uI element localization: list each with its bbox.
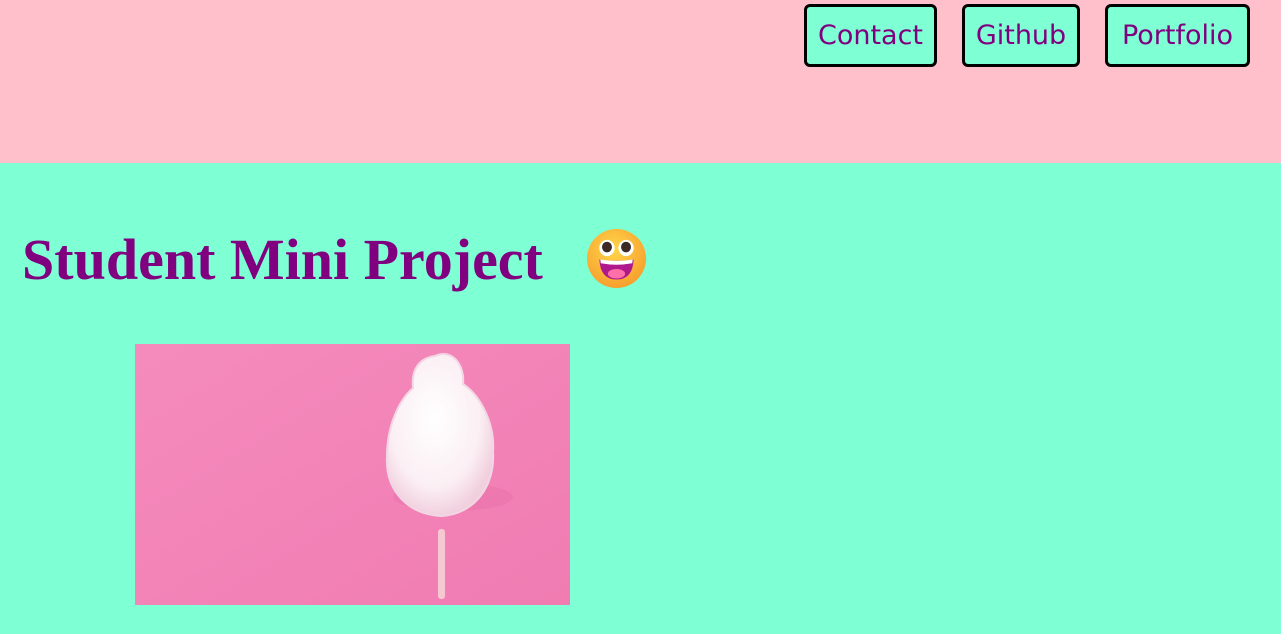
contact-button[interactable]: Contact [804,4,937,67]
grinning-face-with-big-eyes-icon [586,228,647,289]
header-bar: Contact Github Portfolio [0,0,1281,163]
portfolio-button[interactable]: Portfolio [1105,4,1250,67]
cotton-candy-image [135,344,570,605]
main-content: Student Mini Project [0,163,1281,634]
page-title: Student Mini Project [22,227,543,292]
github-button[interactable]: Github [962,4,1080,67]
